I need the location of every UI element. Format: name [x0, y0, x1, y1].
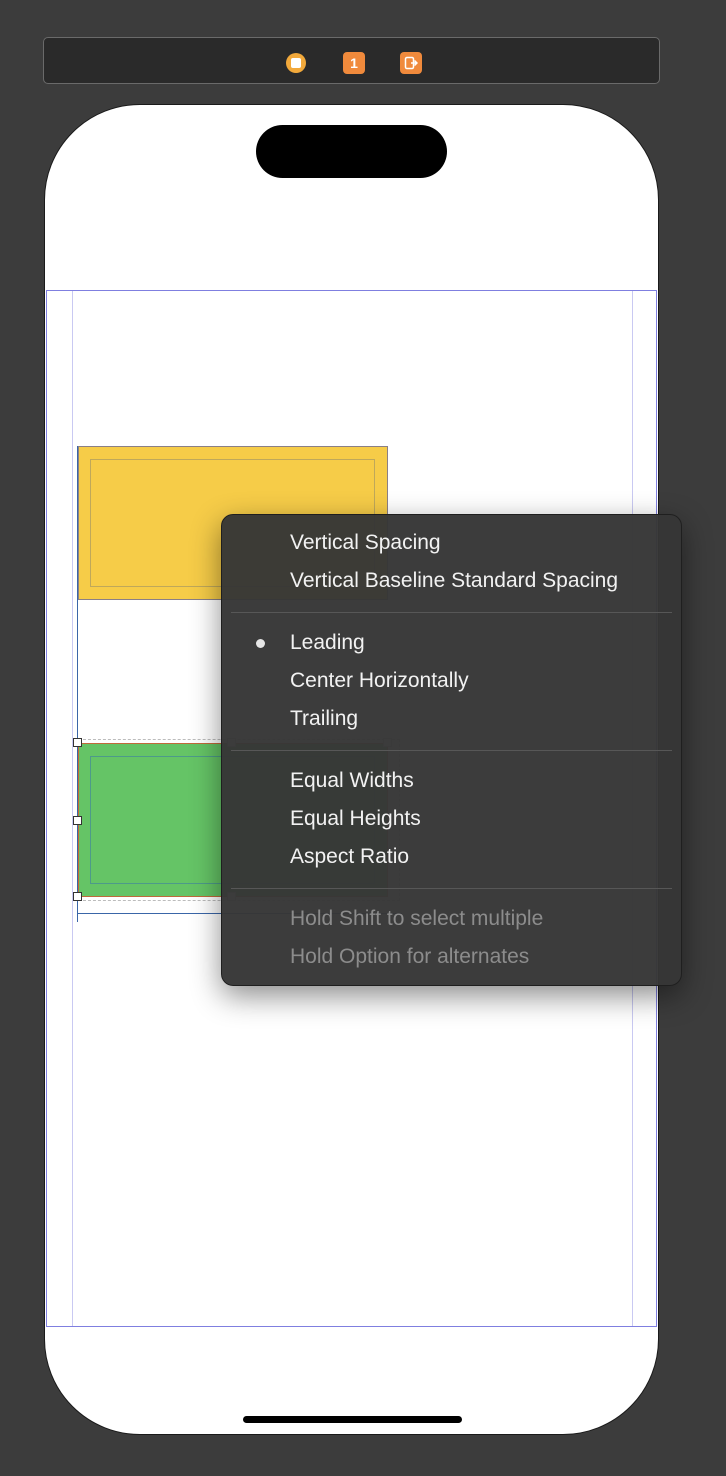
checked-bullet-icon	[256, 639, 265, 648]
home-indicator	[243, 1416, 462, 1423]
menu-item-label: Hold Shift to select multiple	[290, 907, 544, 930]
menu-item-vertical-spacing[interactable]: Vertical Spacing	[222, 524, 681, 562]
menu-item-label: Center Horizontally	[290, 669, 469, 692]
menu-item-label: Trailing	[290, 707, 359, 730]
leading-margin-guide	[72, 291, 73, 1326]
menu-item-label: Equal Heights	[290, 807, 421, 830]
menu-item-trailing[interactable]: Trailing	[222, 700, 681, 738]
menu-separator	[231, 612, 672, 613]
dynamic-island	[256, 125, 447, 178]
menu-item-label: Vertical Baseline Standard Spacing	[290, 569, 619, 592]
menu-item-label: Aspect Ratio	[290, 845, 410, 868]
resize-handle-middle-left[interactable]	[73, 816, 82, 825]
menu-separator	[231, 750, 672, 751]
menu-hint-option: Hold Option for alternates	[222, 938, 681, 976]
menu-item-leading[interactable]: Leading	[222, 624, 681, 662]
menu-item-center-horizontally[interactable]: Center Horizontally	[222, 662, 681, 700]
resize-handle-top-left[interactable]	[73, 738, 82, 747]
constraint-context-menu: Vertical Spacing Vertical Baseline Stand…	[221, 514, 682, 986]
first-responder-icon[interactable]: 1	[343, 52, 365, 74]
menu-item-equal-heights[interactable]: Equal Heights	[222, 800, 681, 838]
menu-item-aspect-ratio[interactable]: Aspect Ratio	[222, 838, 681, 876]
menu-item-equal-widths[interactable]: Equal Widths	[222, 762, 681, 800]
menu-item-label: Vertical Spacing	[290, 531, 441, 554]
menu-separator	[231, 888, 672, 889]
selection-leading-line	[77, 446, 78, 922]
exit-icon[interactable]	[400, 52, 422, 74]
first-responder-label: 1	[343, 52, 365, 74]
menu-item-label: Hold Option for alternates	[290, 945, 530, 968]
resize-handle-bottom-left[interactable]	[73, 892, 82, 901]
menu-item-vertical-baseline-standard-spacing[interactable]: Vertical Baseline Standard Spacing	[222, 562, 681, 600]
scene-dock: 1	[43, 37, 660, 84]
menu-item-label: Leading	[290, 631, 365, 654]
menu-item-label: Equal Widths	[290, 769, 414, 792]
view-controller-icon[interactable]	[285, 52, 307, 74]
menu-hint-shift: Hold Shift to select multiple	[222, 900, 681, 938]
